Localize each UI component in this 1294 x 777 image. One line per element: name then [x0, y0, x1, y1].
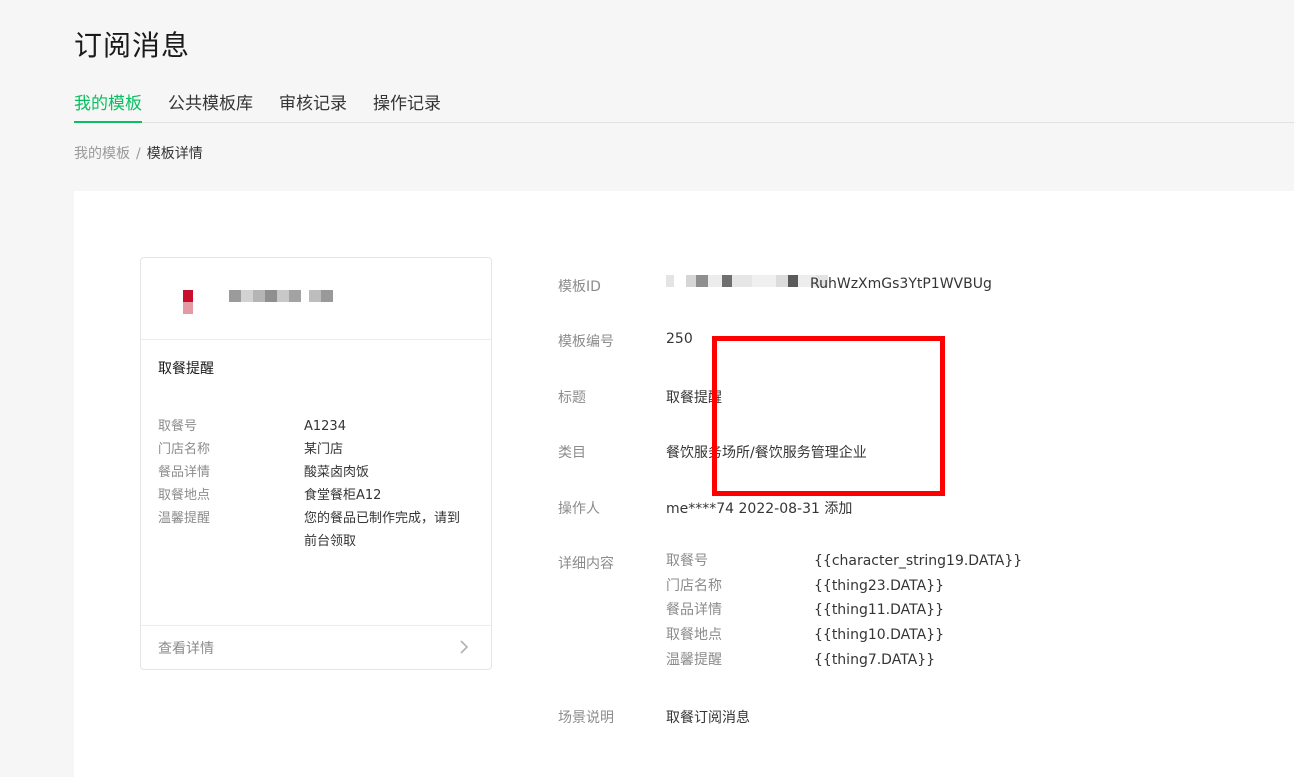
detail-row: 餐品详情 {{thing11.DATA}} [666, 598, 1022, 623]
category-label: 类目 [558, 445, 586, 461]
redacted-template-id-prefix [666, 275, 828, 287]
preview-field-row: 餐品详情 酸菜卤肉饭 [158, 461, 478, 484]
preview-title: 取餐提醒 [158, 361, 214, 377]
template-id-label: 模板ID [558, 279, 601, 295]
operator-label: 操作人 [558, 501, 600, 517]
tab-review-records[interactable]: 审核记录 [279, 92, 347, 122]
breadcrumb-current: 模板详情 [146, 146, 203, 162]
operator-value: me****74 2022-08-31 添加 [666, 501, 853, 517]
detail-value: {{thing23.DATA}} [814, 577, 944, 594]
detail-value: {{thing10.DATA}} [814, 627, 944, 644]
tab-operation-records[interactable]: 操作记录 [373, 92, 441, 122]
template-number-label: 模板编号 [558, 334, 614, 350]
preview-field-key: 取餐地点 [158, 488, 211, 503]
detail-key: 餐品详情 [666, 602, 722, 619]
chevron-right-icon [460, 640, 469, 654]
preview-field-row: 温馨提醒 您的餐品已制作完成，请到前台领取 [158, 507, 478, 553]
preview-field-key: 门店名称 [158, 442, 211, 457]
detail-key: 门店名称 [666, 577, 722, 594]
preview-card-header [141, 258, 491, 340]
detail-row: 取餐号 {{character_string19.DATA}} [666, 549, 1022, 574]
breadcrumb: 我的模板 / 模板详情 [74, 143, 203, 163]
detail-row: 取餐地点 {{thing10.DATA}} [666, 623, 1022, 648]
preview-field-key: 取餐号 [158, 419, 198, 434]
preview-field-value: 食堂餐柜A12 [304, 488, 382, 503]
breadcrumb-separator: / [136, 146, 141, 162]
detail-value: {{thing7.DATA}} [814, 651, 936, 668]
preview-field-value: 某门店 [304, 442, 344, 457]
detail-panel: 取餐提醒 取餐号 A1234 门店名称 某门店 餐品详情 酸菜卤肉饭 取餐地点 … [74, 191, 1294, 777]
view-details-link[interactable]: 查看详情 [141, 625, 491, 669]
redacted-account-name [229, 290, 333, 302]
scene-label: 场景说明 [558, 710, 614, 726]
preview-fields: 取餐号 A1234 门店名称 某门店 餐品详情 酸菜卤肉饭 取餐地点 食堂餐柜A… [158, 415, 478, 553]
detail-row: 门店名称 {{thing23.DATA}} [666, 574, 1022, 599]
breadcrumb-parent-link[interactable]: 我的模板 [74, 146, 130, 162]
preview-field-key: 餐品详情 [158, 465, 211, 480]
preview-field-key: 温馨提醒 [158, 511, 211, 526]
preview-field-value: 酸菜卤肉饭 [304, 465, 370, 480]
tab-bar: 我的模板 公共模板库 审核记录 操作记录 [74, 92, 1294, 123]
preview-field-value: 您的餐品已制作完成，请到前台领取 [304, 511, 461, 549]
detail-key: 温馨提醒 [666, 651, 722, 668]
tab-public-library[interactable]: 公共模板库 [168, 92, 253, 122]
preview-field-row: 取餐地点 食堂餐柜A12 [158, 484, 478, 507]
template-id-value: RuhWzXmGs3YtP1WVBUg [810, 276, 992, 292]
details-list: 取餐号 {{character_string19.DATA}} 门店名称 {{t… [666, 549, 1022, 673]
message-preview-card: 取餐提醒 取餐号 A1234 门店名称 某门店 餐品详情 酸菜卤肉饭 取餐地点 … [140, 257, 492, 670]
detail-key: 取餐地点 [666, 627, 722, 644]
template-number-value: 250 [666, 331, 693, 347]
detail-key: 取餐号 [666, 553, 708, 569]
title-label: 标题 [558, 390, 586, 406]
detail-value: {{character_string19.DATA}} [814, 553, 1023, 569]
detail-value: {{thing11.DATA}} [814, 602, 944, 619]
highlight-annotation-box [712, 336, 945, 496]
preview-field-value: A1234 [304, 419, 346, 434]
preview-field-row: 取餐号 A1234 [158, 415, 478, 438]
view-details-label: 查看详情 [158, 641, 214, 657]
page-title: 订阅消息 [74, 29, 191, 62]
details-label: 详细内容 [558, 556, 614, 572]
tab-my-templates[interactable]: 我的模板 [74, 92, 142, 123]
brand-logo [183, 290, 193, 314]
preview-field-row: 门店名称 某门店 [158, 438, 478, 461]
scene-value: 取餐订阅消息 [666, 710, 750, 726]
detail-row: 温馨提醒 {{thing7.DATA}} [666, 648, 1022, 673]
